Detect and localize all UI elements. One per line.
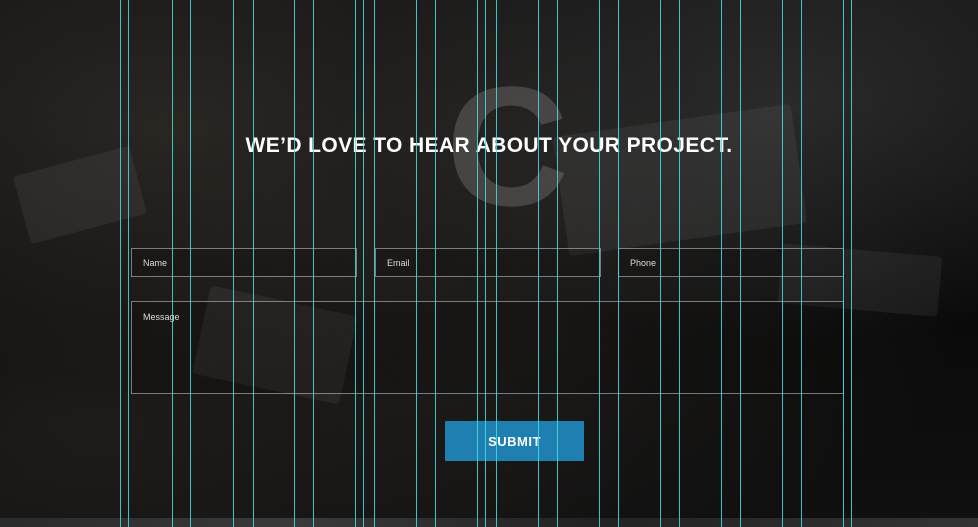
background-photo-notebook bbox=[12, 145, 148, 245]
guide-line bbox=[128, 0, 129, 527]
phone-field[interactable] bbox=[618, 248, 844, 277]
message-field[interactable] bbox=[131, 301, 844, 394]
page-title: WE’D LOVE TO HEAR ABOUT YOUR PROJECT. bbox=[245, 134, 733, 157]
guide-line bbox=[120, 0, 121, 527]
footer-logo-strip bbox=[0, 518, 978, 527]
background-photo-laptop bbox=[552, 103, 808, 257]
contact-section: C WE’D LOVE TO HEAR ABOUT YOUR PROJECT. … bbox=[0, 0, 978, 527]
guide-line bbox=[363, 0, 364, 527]
email-field[interactable] bbox=[375, 248, 601, 277]
submit-button[interactable]: SUBMIT bbox=[445, 421, 584, 461]
name-field[interactable] bbox=[131, 248, 357, 277]
